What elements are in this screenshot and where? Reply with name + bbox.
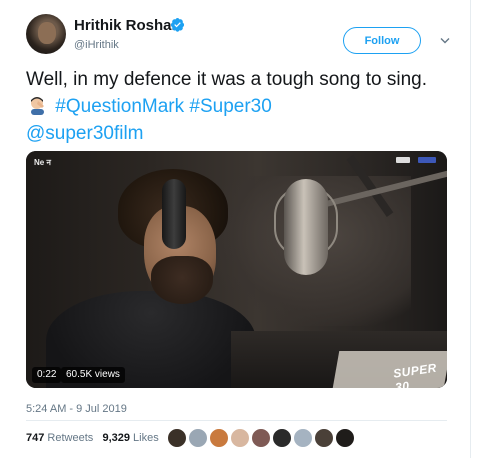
mention-super30film-link[interactable]: @super30film (26, 123, 144, 144)
video-duration: 0:22 (32, 367, 62, 383)
hd-badge-icon (418, 157, 436, 163)
video-player[interactable]: Ne न SUPER 30 0:22 60.5K views (26, 151, 447, 388)
author-avatar[interactable] (26, 14, 66, 54)
tweet-card: Hrithik Roshan @iHrithik Follow Well, in… (0, 0, 471, 458)
channel-logo: Ne न (34, 158, 51, 167)
author-name[interactable]: Hrithik Roshan (74, 17, 181, 34)
verified-badge-icon (170, 17, 185, 32)
tweet-body-text: Well, in my defence it was a tough song … (26, 69, 427, 90)
tweet-text: Well, in my defence it was a tough song … (26, 66, 446, 147)
liker-avatar[interactable] (293, 428, 313, 448)
broadcaster-badge-icon (396, 157, 410, 163)
divider (26, 420, 447, 421)
man-facepalming-emoji-icon (31, 97, 44, 115)
liker-avatar[interactable] (188, 428, 208, 448)
chevron-down-icon[interactable] (440, 37, 450, 45)
likes-stat[interactable]: 9,329 Likes (102, 432, 158, 444)
hashtag-super30-link[interactable]: #Super30 (189, 96, 271, 117)
liker-avatar[interactable] (167, 428, 187, 448)
liker-avatar[interactable] (230, 428, 250, 448)
engagement-stats: 747 Retweets 9,329 Likes (26, 432, 159, 444)
liker-avatar[interactable] (251, 428, 271, 448)
liker-avatar[interactable] (335, 428, 355, 448)
follow-button[interactable]: Follow (343, 27, 421, 54)
author-handle[interactable]: @iHrithik (74, 39, 119, 51)
liker-avatar[interactable] (272, 428, 292, 448)
liker-avatar[interactable] (314, 428, 334, 448)
video-views: 60.5K views (61, 367, 125, 383)
hashtag-questionmark-link[interactable]: #QuestionMark (55, 96, 184, 117)
retweets-stat[interactable]: 747 Retweets (26, 432, 93, 444)
tweet-timestamp[interactable]: 5:24 AM - 9 Jul 2019 (26, 403, 127, 415)
liker-avatar[interactable] (209, 428, 229, 448)
